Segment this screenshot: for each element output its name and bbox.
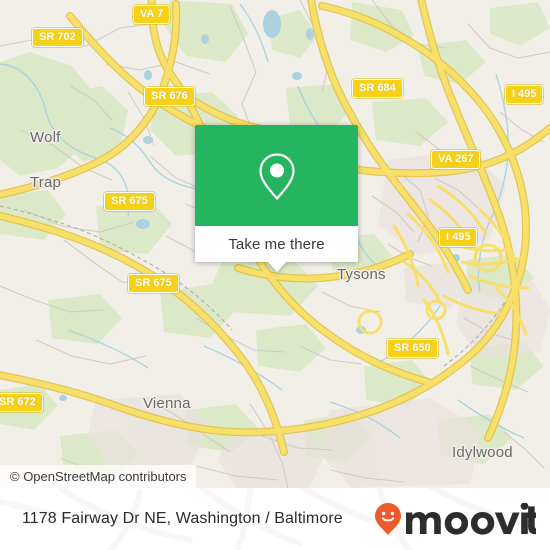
location-address-label: 1178 Fairway Dr NE, Washington / Baltimo… [22, 510, 343, 527]
moovit-wordmark [406, 503, 536, 535]
road-shield-sr-672: SR 672 [0, 393, 43, 412]
moovit-location-screenshot: Wolf Trap Tysons Vienna Idylwood VA 7 SR… [0, 0, 550, 550]
moovit-brand-logo[interactable] [373, 502, 536, 536]
road-shield-sr-675-north: SR 675 [104, 192, 155, 211]
road-shield-va-267: VA 267 [431, 150, 481, 169]
moovit-smiley-pin-icon [375, 503, 401, 535]
road-shield-sr-702: SR 702 [32, 28, 83, 47]
map-canvas[interactable]: Wolf Trap Tysons Vienna Idylwood VA 7 SR… [0, 0, 550, 488]
road-shield-i-495-south: I 495 [439, 228, 478, 247]
popup-header [195, 125, 358, 226]
osm-attribution-text: © OpenStreetMap contributors [10, 469, 187, 484]
road-shield-sr-676: SR 676 [144, 87, 195, 106]
take-me-there-label: Take me there [228, 235, 325, 253]
road-shield-i-495-north: I 495 [505, 85, 544, 104]
road-shield-sr-650: SR 650 [387, 339, 438, 358]
road-shield-sr-675-south: SR 675 [128, 274, 179, 293]
popup-tail [267, 261, 287, 272]
footer-content: 1178 Fairway Dr NE, Washington / Baltimo… [0, 488, 550, 550]
road-shield-va-7: VA 7 [133, 5, 171, 24]
map-pin-icon [258, 152, 295, 200]
map-attribution[interactable]: © OpenStreetMap contributors [0, 465, 196, 488]
popup-footer[interactable]: Take me there [195, 226, 358, 262]
footer-bar: 1178 Fairway Dr NE, Washington / Baltimo… [0, 488, 550, 550]
location-popup-card[interactable]: Take me there [195, 125, 358, 272]
road-shield-sr-684: SR 684 [352, 79, 403, 98]
